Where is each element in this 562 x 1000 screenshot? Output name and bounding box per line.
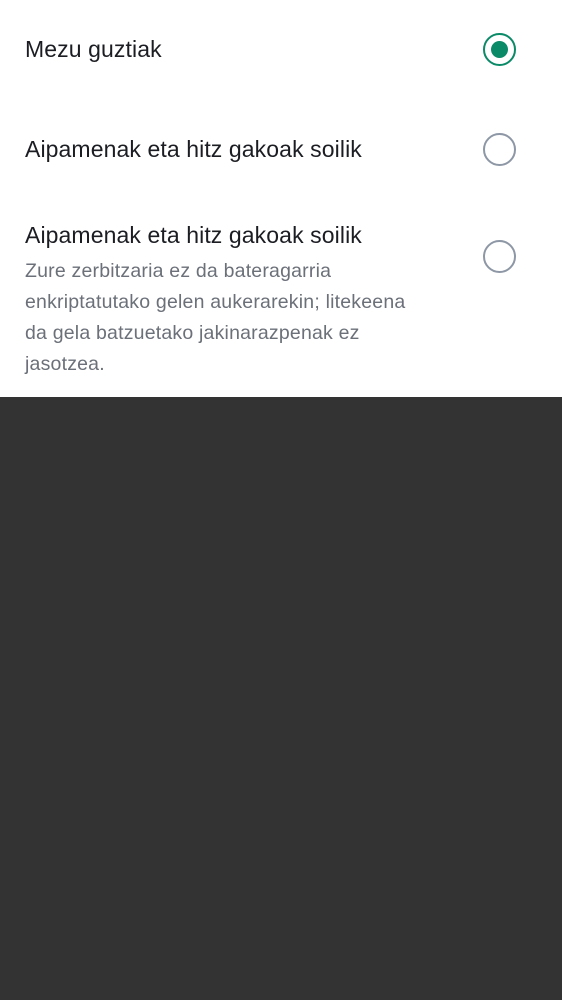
option-all-messages[interactable]: Mezu guztiak <box>0 0 562 100</box>
radio-selected-icon[interactable] <box>483 33 516 66</box>
radio-dot <box>491 41 508 58</box>
option-mentions-keywords[interactable]: Aipamenak eta hitz gakoak soilik <box>0 100 562 200</box>
radio-unselected-icon[interactable] <box>483 240 516 273</box>
option-mentions-keywords-encrypted[interactable]: Aipamenak eta hitz gakoak soilik Zure ze… <box>0 200 562 397</box>
dimmed-backdrop[interactable] <box>0 397 562 1000</box>
option-mentions-keywords-encrypted-label: Aipamenak eta hitz gakoak soilik <box>25 222 362 248</box>
radio-unselected-icon[interactable] <box>483 133 516 166</box>
option-all-messages-label: Mezu guztiak <box>25 36 162 62</box>
option-mentions-keywords-label: Aipamenak eta hitz gakoak soilik <box>25 136 362 162</box>
notification-options-sheet: Mezu guztiak Aipamenak eta hitz gakoak s… <box>0 0 562 397</box>
option-mentions-keywords-encrypted-description: Zure zerbitzaria ez da bateragarria enkr… <box>25 260 406 375</box>
